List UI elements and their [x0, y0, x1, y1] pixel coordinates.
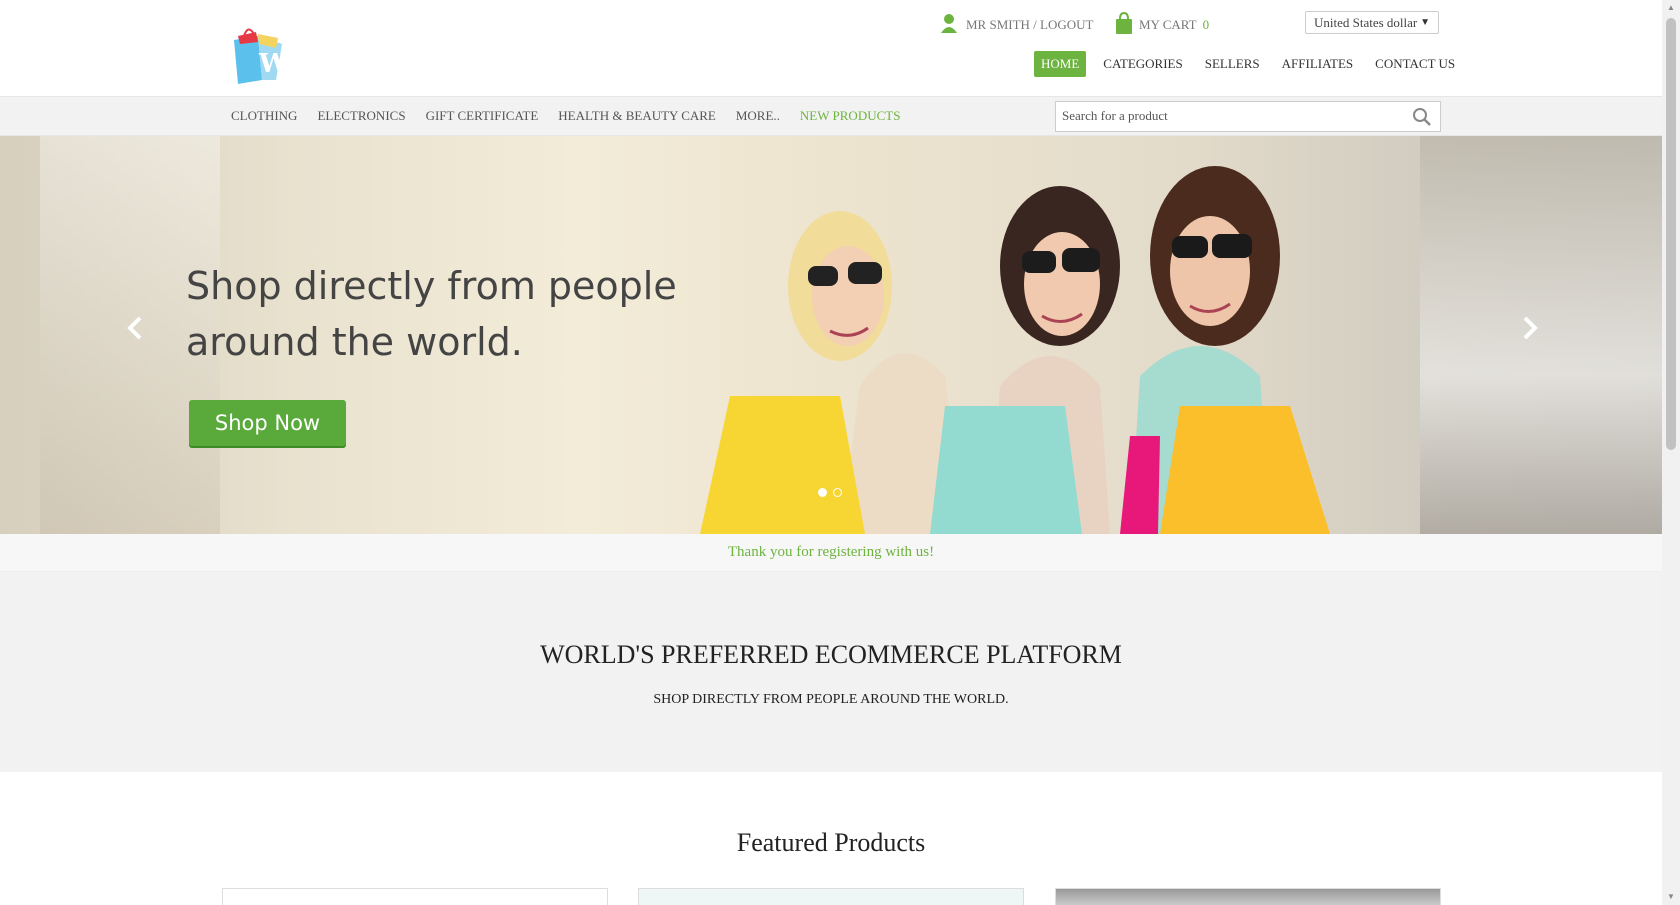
- category-bar: CLOTHING ELECTRONICS GIFT CERTIFICATE HE…: [0, 96, 1662, 136]
- slider-dot-1[interactable]: [818, 488, 827, 497]
- slider-dots: [818, 488, 842, 497]
- category-list: CLOTHING ELECTRONICS GIFT CERTIFICATE HE…: [231, 108, 900, 124]
- user-icon: [940, 13, 958, 37]
- scrollbar-thumb[interactable]: [1666, 18, 1676, 450]
- scroll-down-icon[interactable]: ▼: [1666, 891, 1676, 903]
- notification-bar: Thank you for registering with us!: [0, 534, 1662, 572]
- user-logout-link[interactable]: MR SMITH / LOGOUT: [940, 13, 1093, 37]
- page-scrollbar[interactable]: ▲ ▼: [1662, 0, 1680, 905]
- page: W MR SMITH / LOGOUT MY CART 0 United Sta…: [0, 0, 1662, 905]
- category-new-products[interactable]: NEW PRODUCTS: [800, 108, 901, 124]
- currency-select[interactable]: United States dollar ▼: [1305, 11, 1439, 34]
- cart-bag-icon: [1115, 11, 1133, 38]
- nav-contact-us[interactable]: CONTACT US: [1364, 51, 1466, 77]
- category-electronics[interactable]: ELECTRONICS: [317, 108, 405, 124]
- chevron-right-icon[interactable]: [1515, 308, 1545, 348]
- category-health-beauty-care[interactable]: HEALTH & BEAUTY CARE: [558, 108, 716, 124]
- hero-headline-line2: around the world.: [186, 320, 523, 364]
- scroll-up-icon[interactable]: ▲: [1666, 2, 1676, 14]
- chevron-left-icon[interactable]: [120, 308, 150, 348]
- hero-slider: Shop directly from people around the wor…: [0, 136, 1662, 534]
- cart-link[interactable]: MY CART 0: [1115, 11, 1210, 38]
- intro-subtitle: SHOP DIRECTLY FROM PEOPLE AROUND THE WOR…: [653, 692, 1009, 707]
- shop-now-button[interactable]: Shop Now: [189, 400, 346, 446]
- currency-value: United States dollar: [1314, 14, 1418, 30]
- featured-products-title: Featured Products: [736, 828, 926, 857]
- intro-title: WORLD'S PREFERRED ECOMMERCE PLATFORM: [540, 640, 1122, 669]
- hero-headline-line1: Shop directly from people: [186, 264, 677, 308]
- category-gift-certificate[interactable]: GIFT CERTIFICATE: [426, 108, 539, 124]
- product-card[interactable]: [1055, 888, 1441, 905]
- chevron-down-icon: ▼: [1420, 17, 1430, 28]
- svg-text:W: W: [258, 49, 288, 79]
- slider-dot-2[interactable]: [833, 488, 842, 497]
- user-link-label: MR SMITH / LOGOUT: [966, 17, 1094, 32]
- nav-sellers[interactable]: SELLERS: [1194, 51, 1271, 77]
- nav-home[interactable]: HOME: [1034, 51, 1087, 77]
- search-icon[interactable]: [1412, 107, 1432, 127]
- nav-affiliates[interactable]: AFFILIATES: [1271, 51, 1365, 77]
- category-more[interactable]: MORE..: [736, 108, 780, 124]
- nav-categories[interactable]: CATEGORIES: [1092, 51, 1193, 77]
- category-clothing[interactable]: CLOTHING: [231, 108, 297, 124]
- product-card[interactable]: [638, 888, 1024, 905]
- search-box: [1055, 101, 1441, 132]
- intro-section: WORLD'S PREFERRED ECOMMERCE PLATFORM SHO…: [0, 572, 1662, 772]
- product-card[interactable]: [222, 888, 608, 905]
- hero-image-shoppers: [700, 166, 1330, 534]
- registration-message: Thank you for registering with us!: [727, 544, 935, 560]
- cart-label: MY CART: [1139, 17, 1197, 32]
- hero-headline: Shop directly from people around the wor…: [186, 258, 706, 370]
- logo-bag-icon[interactable]: W: [228, 22, 289, 84]
- cart-count: 0: [1202, 17, 1210, 32]
- site-header: W MR SMITH / LOGOUT MY CART 0 United Sta…: [0, 0, 1662, 96]
- search-input[interactable]: [1056, 102, 1408, 129]
- main-nav: HOME CATEGORIES SELLERS AFFILIATES CONTA…: [1034, 51, 1466, 77]
